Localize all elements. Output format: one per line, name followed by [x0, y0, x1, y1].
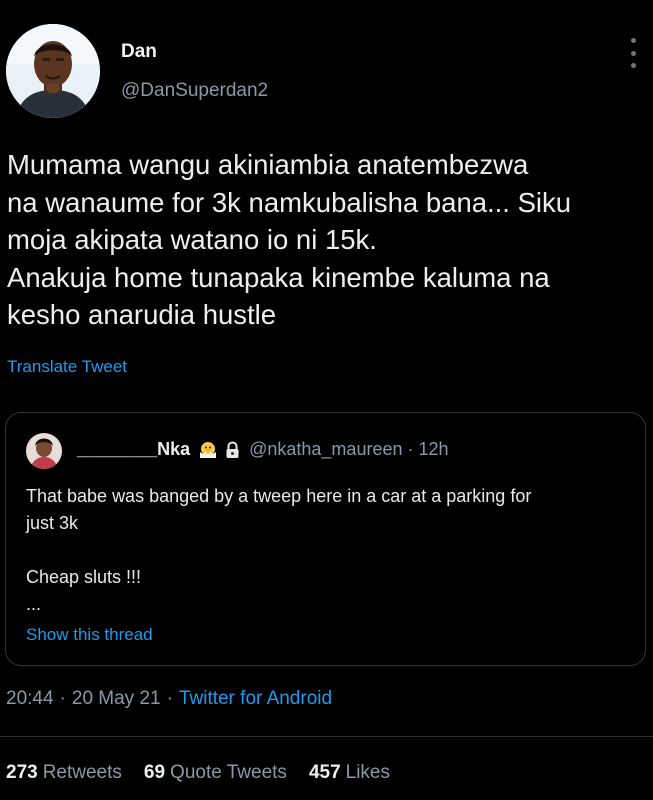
quoted-display-name[interactable]: ________Nka [77, 439, 190, 460]
author-display-name[interactable]: Dan [121, 41, 157, 63]
quoted-timestamp[interactable]: 12h [418, 439, 448, 460]
more-vertical-icon[interactable] [624, 38, 642, 68]
tweet-text: Mumama wangu akiniambia anatembezwa na w… [7, 149, 572, 330]
divider [0, 736, 653, 737]
quote-tweets-label: Quote Tweets [170, 762, 287, 783]
tweet-time[interactable]: 20:44 [6, 688, 54, 710]
quoted-tweet-header: ________Nka @nkatha_maureen · 12h [77, 439, 449, 460]
quote-tweets-stat[interactable]: 69 Quote Tweets [144, 762, 287, 784]
quoted-author-avatar[interactable] [26, 433, 62, 469]
tweet-date[interactable]: 20 May 21 [72, 688, 161, 710]
retweets-count: 273 [6, 762, 38, 783]
meta-separator: · [59, 688, 66, 709]
likes-stat[interactable]: 457 Likes [309, 762, 390, 784]
tweet-source-link[interactable]: Twitter for Android [179, 688, 332, 710]
tweet-meta: 20:44 · 20 May 21 · Twitter for Android [6, 688, 332, 710]
tweet-header: Dan @DanSuperdan2 [0, 0, 653, 120]
quote-tweets-count: 69 [143, 762, 166, 783]
meta-separator: · [166, 688, 173, 709]
lock-icon [224, 440, 241, 459]
more-dot [630, 38, 636, 43]
retweets-stat[interactable]: 273 Retweets [6, 762, 122, 784]
quoted-handle[interactable]: @nkatha_maureen [249, 439, 402, 460]
show-thread-link[interactable]: Show this thread [26, 625, 153, 645]
more-dot [630, 63, 636, 68]
quoted-tweet-card[interactable]: ________Nka @nkatha_maureen · 12h That b… [5, 412, 646, 666]
translate-tweet-link[interactable]: Translate Tweet [7, 357, 127, 377]
quoted-tweet-text: That babe was banged by a tweep here in … [26, 486, 532, 614]
retweets-label: Retweets [42, 762, 122, 783]
hatching-chick-icon [198, 441, 218, 459]
author-avatar[interactable] [6, 24, 100, 118]
quoted-separator: · [407, 439, 414, 459]
more-dot [630, 50, 636, 56]
likes-count: 457 [308, 762, 341, 783]
likes-label: Likes [345, 762, 390, 783]
engagement-stats: 273 Retweets 69 Quote Tweets 457 Likes [6, 762, 412, 784]
author-handle[interactable]: @DanSuperdan2 [121, 80, 268, 102]
